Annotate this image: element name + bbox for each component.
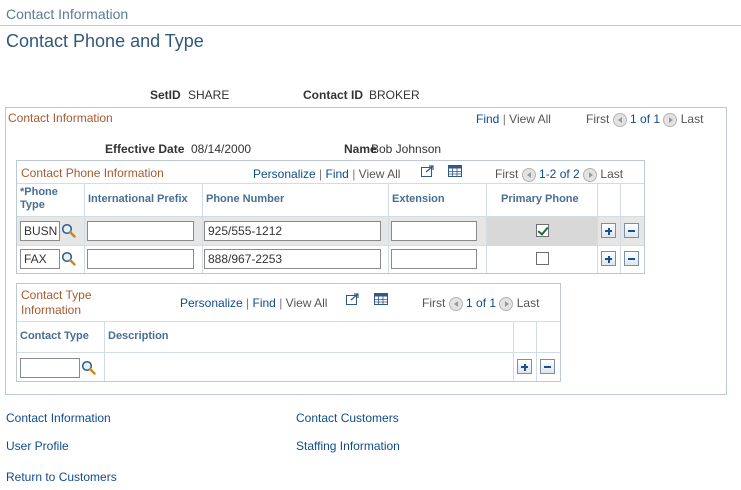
return-to-customers-link[interactable]: Return to Customers: [6, 470, 117, 484]
column-header-phone-type: *Phone Type: [20, 186, 58, 211]
breadcrumb-divider: [0, 25, 741, 26]
contact-info-nav: Find | View All: [476, 112, 551, 126]
phone-type-input[interactable]: FAX: [20, 249, 60, 269]
lookup-search-icon[interactable]: [61, 223, 76, 238]
column-divider: [388, 184, 389, 273]
type-personalize-link[interactable]: Personalize: [180, 296, 243, 310]
breadcrumb: Contact Information: [6, 6, 129, 22]
download-grid-icon[interactable]: [448, 165, 462, 177]
contact-information-link[interactable]: Contact Information: [6, 411, 111, 425]
column-header-phone-number: Phone Number: [206, 193, 285, 205]
phone-first: First: [495, 167, 519, 181]
nav-separator: |: [279, 296, 283, 310]
column-divider: [104, 322, 105, 381]
setid-label: SetID: [150, 88, 181, 102]
next-icon[interactable]: [663, 112, 678, 127]
phone-personalize-link[interactable]: Personalize: [253, 167, 316, 181]
primary-phone-checkbox[interactable]: [536, 252, 549, 265]
contact-id-value: BROKER: [369, 88, 420, 102]
effective-date-value: 08/14/2000: [191, 142, 252, 156]
delete-row-icon[interactable]: [624, 251, 639, 266]
contact-customers-link[interactable]: Contact Customers: [296, 411, 399, 425]
contact-info-count: 1 of 1: [630, 112, 661, 126]
grid-divider: [17, 321, 560, 322]
column-header-contact-type: Contact Type: [20, 330, 89, 342]
contact-info-last: Last: [680, 112, 704, 126]
extension-input[interactable]: [391, 249, 477, 269]
next-icon[interactable]: [499, 296, 514, 311]
add-row-icon[interactable]: [517, 359, 532, 374]
setid-value: SHARE: [188, 88, 230, 102]
contact-info-view-all[interactable]: View All: [509, 112, 551, 126]
phone-last: Last: [600, 167, 624, 181]
column-header-primary-phone: Primary Phone: [501, 193, 579, 205]
download-grid-icon[interactable]: [374, 293, 388, 305]
type-view-all[interactable]: View All: [286, 296, 328, 310]
contact-information-title: Contact Information: [8, 111, 113, 125]
type-grid-pager: First 1 of 1 Last: [422, 296, 539, 311]
type-first: First: [422, 296, 446, 310]
nav-separator: |: [319, 167, 323, 181]
column-divider: [513, 322, 514, 381]
column-divider: [486, 184, 487, 273]
column-divider: [202, 184, 203, 273]
phone-number-input[interactable]: 925/555-1212: [204, 221, 381, 241]
column-divider: [84, 184, 85, 273]
column-divider: [536, 322, 537, 381]
grid-divider: [17, 352, 560, 353]
column-divider: [597, 184, 598, 273]
phone-grid-pager: First 1-2 of 2 Last: [495, 167, 623, 182]
user-profile-link[interactable]: User Profile: [6, 439, 69, 453]
contact-info-first: First: [586, 112, 610, 126]
type-find-link[interactable]: Find: [253, 296, 276, 310]
lookup-search-icon[interactable]: [61, 251, 76, 266]
add-row-icon[interactable]: [601, 251, 616, 266]
intl-prefix-input[interactable]: [87, 221, 194, 241]
intl-prefix-input[interactable]: [87, 249, 194, 269]
new-window-icon[interactable]: [421, 165, 435, 177]
nav-separator: |: [246, 296, 250, 310]
column-divider: [620, 184, 621, 273]
effective-date-label: Effective Date: [105, 142, 185, 156]
page-title: Contact Phone and Type: [6, 31, 204, 51]
column-header-intl-prefix: International Prefix: [88, 193, 188, 205]
grid-divider: [17, 245, 644, 246]
contact-info-pager: First 1 of 1 Last: [586, 112, 703, 127]
nav-separator: |: [352, 167, 356, 181]
previous-icon[interactable]: [448, 296, 463, 311]
contact-type-input[interactable]: [20, 358, 80, 378]
delete-row-icon[interactable]: [624, 223, 639, 238]
type-grid-nav: Personalize | Find | View All: [180, 296, 327, 310]
phone-type-input[interactable]: BUSN: [20, 221, 60, 241]
previous-icon[interactable]: [612, 112, 627, 127]
staffing-information-link[interactable]: Staffing Information: [296, 439, 400, 453]
name-value: Bob Johnson: [371, 142, 442, 156]
add-row-icon[interactable]: [601, 223, 616, 238]
extension-input[interactable]: [391, 221, 477, 241]
type-grid-title: Contact Type Information: [21, 288, 92, 317]
contact-id-label: Contact ID: [303, 88, 363, 102]
grid-divider: [17, 183, 644, 184]
type-count: 1 of 1: [466, 296, 497, 310]
column-header-description: Description: [108, 330, 169, 342]
previous-icon[interactable]: [521, 167, 536, 182]
primary-phone-checkbox[interactable]: [536, 224, 549, 237]
phone-grid-nav: Personalize | Find | View All: [253, 167, 400, 181]
column-header-extension: Extension: [392, 193, 445, 205]
next-icon[interactable]: [583, 167, 598, 182]
phone-view-all[interactable]: View All: [359, 167, 401, 181]
nav-separator: |: [502, 112, 506, 126]
type-last: Last: [516, 296, 540, 310]
phone-number-input[interactable]: 888/967-2253: [204, 249, 381, 269]
lookup-search-icon[interactable]: [81, 360, 96, 375]
phone-count: 1-2 of 2: [539, 167, 580, 181]
phone-grid-title: Contact Phone Information: [21, 166, 164, 180]
delete-row-icon[interactable]: [540, 359, 555, 374]
contact-info-find-link[interactable]: Find: [476, 112, 499, 126]
phone-find-link[interactable]: Find: [326, 167, 349, 181]
new-window-icon[interactable]: [346, 293, 360, 305]
